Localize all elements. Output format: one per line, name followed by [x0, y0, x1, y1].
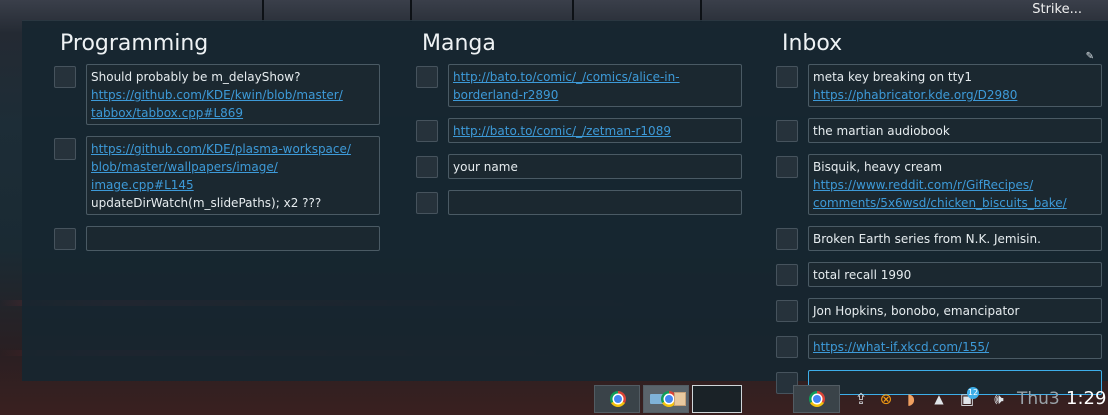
todo-item-text[interactable]: http://bato.to/comic/_/zetman-r1089 [448, 118, 742, 143]
todo-link[interactable]: borderland-r2890 [453, 86, 737, 104]
todo-link[interactable]: https://www.reddit.com/r/GifRecipes/ [813, 176, 1097, 194]
todo-item-text[interactable]: the martian audiobook [808, 118, 1102, 143]
todo-text-line: the martian audiobook [813, 124, 950, 138]
todo-widget: ✎ Programming Should probably be m_delayS… [22, 20, 1108, 395]
volume-icon[interactable]: 🕪 [990, 390, 1008, 408]
todo-text-line: Should probably be m_delayShow? [91, 70, 301, 84]
todo-text-line: total recall 1990 [813, 268, 912, 282]
task-chrome-window[interactable] [643, 385, 689, 413]
todo-checkbox[interactable] [776, 228, 798, 250]
task-chrome-2[interactable] [793, 385, 840, 413]
todo-item-text[interactable]: meta key breaking on tty1 https://phabric… [808, 64, 1102, 107]
column-title: Manga [422, 31, 496, 56]
todo-link[interactable]: https://github.com/KDE/kwin/blob/master/ [91, 86, 375, 104]
pin-icon[interactable]: ✎ [1086, 51, 1094, 62]
todo-checkbox[interactable] [776, 300, 798, 322]
todo-checkbox[interactable] [776, 336, 798, 358]
todo-link[interactable]: https://phabricator.kde.org/D2980 [813, 86, 1097, 104]
croissant-icon[interactable]: ◗ [902, 390, 920, 408]
todo-item-text[interactable]: https://github.com/KDE/plasma-workspace/… [86, 136, 380, 215]
todo-item-text[interactable]: http://bato.to/comic/_/comics/alice-in-b… [448, 64, 742, 107]
taskbar: ⇪ ⊗ ◗ ▲ ▣ 12 🕪 Thu3 1:29 [0, 383, 1108, 415]
todo-text-line: Bisquik, heavy cream [813, 160, 943, 174]
todo-text-line: your name [453, 160, 518, 174]
power-pylon [700, 0, 702, 22]
chrome-icon [610, 391, 626, 407]
chevron-up-icon[interactable]: ▲ [930, 390, 948, 408]
todo-link[interactable]: image.cpp#L145 [91, 176, 375, 194]
task-chrome[interactable] [594, 385, 640, 413]
task-active-window[interactable] [692, 385, 742, 413]
todo-text-line: updateDirWatch(m_slidePaths); x2 ??? [91, 196, 322, 210]
todo-link[interactable]: https://what-if.xkcd.com/155/ [813, 338, 1097, 356]
crossed-circle-icon[interactable]: ⊗ [877, 390, 895, 408]
todo-checkbox[interactable] [776, 264, 798, 286]
todo-checkbox[interactable] [54, 228, 76, 250]
todo-text-line: Jon Hopkins, bonobo, emancipator [813, 304, 1020, 318]
todo-text-line: meta key breaking on tty1 [813, 70, 973, 84]
todo-item-text[interactable]: Bisquik, heavy cream https://www.reddit.c… [808, 154, 1102, 215]
todo-link[interactable]: http://bato.to/comic/_/zetman-r1089 [453, 122, 737, 140]
column-title: Programming [60, 31, 209, 56]
todo-checkbox[interactable] [416, 120, 438, 142]
todo-item-text[interactable]: your name [448, 154, 742, 179]
window-icon [674, 392, 686, 406]
new-todo-field[interactable] [448, 190, 742, 215]
column-title: Inbox [782, 31, 843, 56]
todo-checkbox[interactable] [776, 66, 798, 88]
todo-item-text[interactable]: Jon Hopkins, bonobo, emancipator [808, 298, 1102, 323]
clock-day[interactable]: Thu3 [1017, 389, 1060, 409]
power-pylon [262, 0, 264, 22]
todo-checkbox[interactable] [54, 138, 76, 160]
power-pylon [410, 0, 412, 22]
power-pylon [572, 0, 574, 22]
strike-label[interactable]: Strike... [1032, 2, 1082, 17]
todo-link[interactable]: tabbox/tabbox.cpp#L869 [91, 104, 375, 122]
todo-item-text[interactable]: Should probably be m_delayShow? https://g… [86, 64, 380, 125]
chrome-icon [809, 391, 825, 407]
updates-icon[interactable]: ⇪ [852, 390, 870, 408]
todo-checkbox[interactable] [416, 192, 438, 214]
todo-checkbox[interactable] [416, 66, 438, 88]
todo-checkbox[interactable] [416, 156, 438, 178]
todo-item-text[interactable]: total recall 1990 [808, 262, 1102, 287]
clock-time[interactable]: 1:29 [1066, 388, 1106, 409]
new-todo-field[interactable] [86, 226, 380, 251]
todo-text-line: Broken Earth series from N.K. Jemisin. [813, 232, 1041, 246]
todo-link[interactable]: comments/5x6wsd/chicken_biscuits_bake/ [813, 194, 1097, 212]
todo-checkbox[interactable] [776, 120, 798, 142]
todo-item-text[interactable]: https://what-if.xkcd.com/155/ [808, 334, 1102, 359]
todo-link[interactable]: http://bato.to/comic/_/comics/alice-in- [453, 68, 737, 86]
todo-checkbox[interactable] [54, 66, 76, 88]
todo-link[interactable]: blob/master/wallpapers/image/ [91, 158, 375, 176]
todo-link[interactable]: https://github.com/KDE/plasma-workspace/ [91, 140, 375, 158]
notification-badge: 12 [967, 387, 979, 399]
todo-checkbox[interactable] [776, 156, 798, 178]
todo-item-text[interactable]: Broken Earth series from N.K. Jemisin. [808, 226, 1102, 251]
